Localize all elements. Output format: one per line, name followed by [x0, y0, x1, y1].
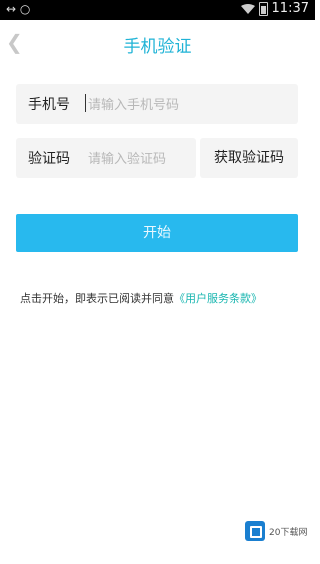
page-title: 手机验证 — [123, 37, 192, 57]
battery-icon — [258, 1, 268, 16]
phone-label: 手机号 — [28, 97, 70, 113]
wifi-icon — [240, 3, 255, 14]
watermark-text: 20下载网 — [269, 527, 308, 538]
terms-link[interactable]: 《用户服务条款》 — [174, 292, 262, 305]
code-label: 验证码 — [28, 151, 70, 167]
start-button[interactable]: 开始 — [16, 214, 298, 252]
phone-input[interactable] — [86, 92, 290, 118]
code-input[interactable] — [86, 146, 190, 172]
agreement-text: 点击开始，即表示已阅读并同意《用户服务条款》 — [20, 290, 305, 306]
status-bar: ↔ ○ 11:37 — [0, 0, 315, 20]
status-right: 11:37 — [240, 1, 309, 16]
status-time: 11:37 — [271, 1, 309, 16]
title-bar: ❮ 手机验证 — [0, 20, 315, 64]
watermark-logo-icon — [245, 521, 265, 541]
status-left-icons: ↔ ○ — [6, 2, 31, 16]
get-code-button[interactable]: 获取验证码 — [200, 138, 298, 178]
agreement-prefix: 点击开始，即表示已阅读并同意 — [20, 292, 174, 305]
code-row: 验证码 — [16, 138, 196, 178]
watermark: 20下载网 — [245, 518, 311, 544]
phone-row: 手机号 — [16, 84, 298, 124]
